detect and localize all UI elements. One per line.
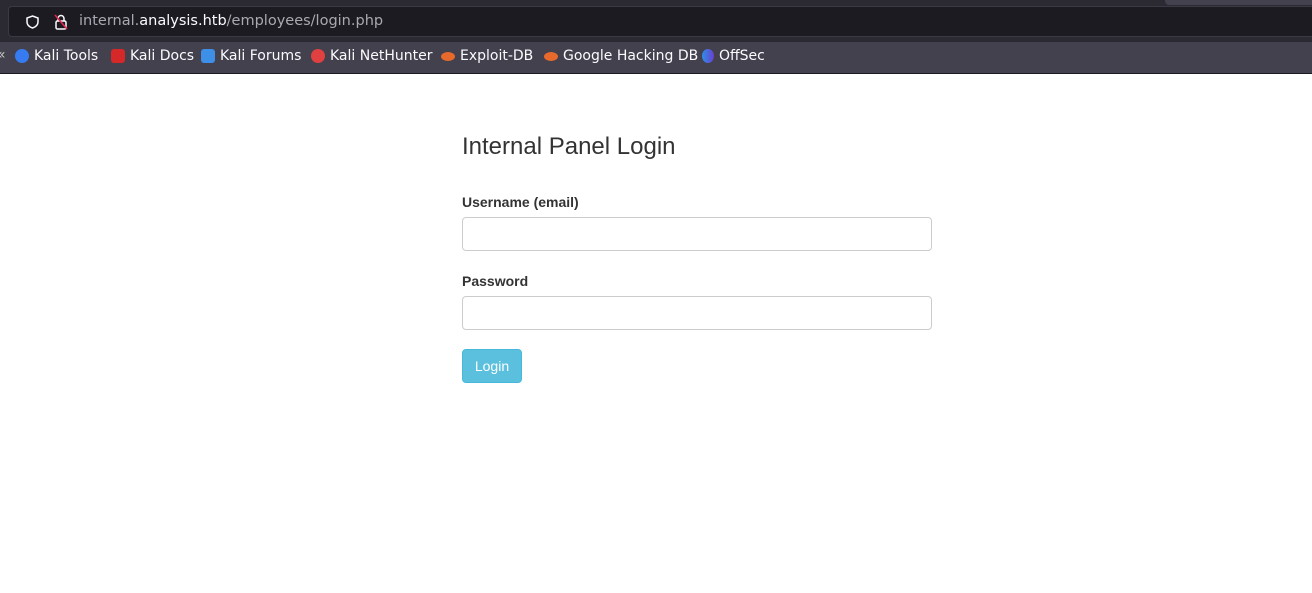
kali-tools-icon — [15, 49, 29, 63]
address-bar[interactable]: internal.analysis.htb/employees/login.ph… — [8, 6, 1312, 37]
bookmark-kali-tools[interactable]: Kali Tools — [15, 48, 98, 64]
bookmark-kali-nethunter[interactable]: Kali NetHunter — [311, 48, 432, 64]
login-form: Internal Panel Login Username (email) Pa… — [462, 133, 932, 383]
username-input[interactable] — [462, 217, 932, 251]
bookmark-label: Kali Tools — [34, 48, 99, 64]
bookmark-google-hacking-db[interactable]: Google Hacking DB — [544, 48, 698, 64]
bookmark-kali-docs[interactable]: Kali Docs — [111, 48, 194, 64]
bookmarks-toolbar: « Kali Tools Kali Docs Kali Forums Kali … — [0, 42, 1312, 74]
offsec-icon — [702, 49, 714, 63]
bookmark-kali-forums[interactable]: Kali Forums — [201, 48, 301, 64]
bookmark-offsec[interactable]: OffSec — [702, 48, 765, 64]
kali-docs-icon — [111, 49, 125, 63]
password-input[interactable] — [462, 296, 932, 330]
ghdb-icon — [544, 51, 558, 61]
login-button[interactable]: Login — [462, 349, 522, 383]
bookmarks-overflow-icon[interactable]: « — [0, 47, 6, 63]
bookmark-label: Kali Forums — [220, 48, 302, 64]
bookmark-label: Google Hacking DB — [563, 48, 699, 64]
shield-icon[interactable] — [26, 15, 39, 29]
bookmark-label: Exploit-DB — [460, 48, 534, 64]
username-label: Username (email) — [462, 194, 579, 210]
bookmark-exploit-db[interactable]: Exploit-DB — [441, 48, 533, 64]
page-title: Internal Panel Login — [462, 133, 676, 160]
bookmark-label: Kali Docs — [130, 48, 195, 64]
url-path: /employees/login.php — [226, 13, 384, 29]
url-subdomain: internal. — [79, 13, 140, 29]
insecure-lock-icon[interactable] — [54, 14, 68, 30]
exploit-db-icon — [441, 51, 455, 61]
kali-forums-icon — [201, 49, 215, 63]
browser-toolbar: internal.analysis.htb/employees/login.ph… — [0, 0, 1312, 42]
tab-strip-fragment — [1165, 0, 1312, 5]
kali-nethunter-icon — [311, 49, 325, 63]
url-text[interactable]: internal.analysis.htb/employees/login.ph… — [79, 13, 383, 29]
password-label: Password — [462, 273, 529, 289]
bookmark-label: OffSec — [719, 48, 765, 64]
bookmark-label: Kali NetHunter — [330, 48, 433, 64]
url-domain: analysis.htb — [139, 13, 227, 29]
